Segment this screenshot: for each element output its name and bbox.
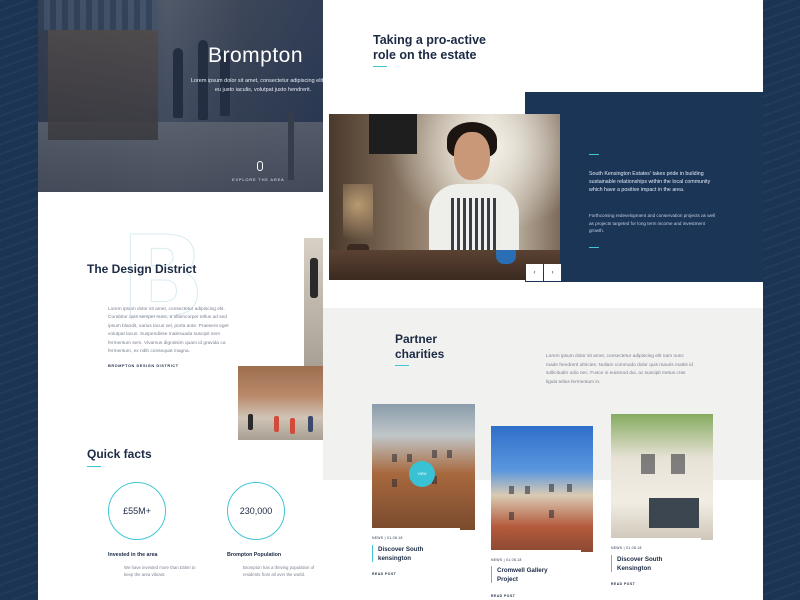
divider [373, 66, 387, 67]
partner-title: Partner charities [395, 332, 445, 361]
divider [589, 247, 599, 248]
card-image[interactable] [611, 414, 713, 540]
next-arrow-icon[interactable]: › [544, 264, 561, 281]
view-button[interactable]: VIEW [409, 461, 435, 487]
left-page: Brompton Lorem ipsum dolor sit amet, con… [38, 0, 328, 600]
partner-intro: Lorem ipsum dolor sit amet, consectetur … [546, 354, 693, 385]
barista-photo [329, 114, 560, 280]
design-district-title: The Design District [87, 262, 197, 276]
hero-subtitle: Lorem ipsum dolor sit amet, consectetur … [190, 78, 328, 93]
fact-label: Invested in the area [108, 552, 158, 558]
fact-text: We have invested more than £55m to keep … [124, 565, 196, 577]
explore-link[interactable]: EXPLORE THE AREA [232, 177, 285, 182]
card-title[interactable]: Discover South Kensington [617, 556, 687, 573]
divider [395, 365, 409, 366]
fact-label: Brompton Population [227, 552, 282, 558]
design-district-link[interactable]: BROMPTON DESIGN DISTRICT [108, 364, 179, 368]
card-image[interactable] [491, 426, 593, 552]
estate-title: Taking a pro-active role on the estate [373, 33, 486, 62]
card-title[interactable]: Discover South kensington [378, 546, 448, 563]
divider [87, 466, 101, 467]
read-post-link[interactable]: READ POST [611, 582, 635, 586]
hero-image [38, 0, 328, 192]
hero-title: Brompton [208, 44, 304, 67]
quick-facts-title: Quick facts [87, 447, 152, 461]
right-page: Taking a pro-active role on the estate S… [323, 0, 763, 600]
read-post-link[interactable]: READ POST [491, 594, 515, 598]
fact-circle: £55M+ [108, 482, 166, 540]
fact-text: Brompton has a thriving population of re… [243, 565, 315, 577]
card-meta: NEWS | 01.08.18 [611, 546, 642, 550]
read-post-link[interactable]: READ POST [372, 572, 396, 576]
design-district-body: Lorem ipsum dolor sit amet, consectetur … [108, 307, 229, 355]
mouse-scroll-icon[interactable] [257, 161, 263, 171]
estate-paragraph-2: Forthcoming redevelopment and conservati… [589, 213, 716, 234]
card-meta: NEWS | 01.08.18 [491, 558, 522, 562]
prev-arrow-icon[interactable]: ‹ [526, 264, 543, 281]
estate-paragraph-1: South Kensington Estates' takes pride in… [589, 171, 711, 194]
street-photo [238, 366, 328, 440]
divider [589, 154, 599, 155]
card-meta: NEWS | 01.08.18 [372, 536, 403, 540]
card-title[interactable]: Cromwell Gallery Project [497, 567, 567, 584]
fact-circle: 230,000 [227, 482, 285, 540]
